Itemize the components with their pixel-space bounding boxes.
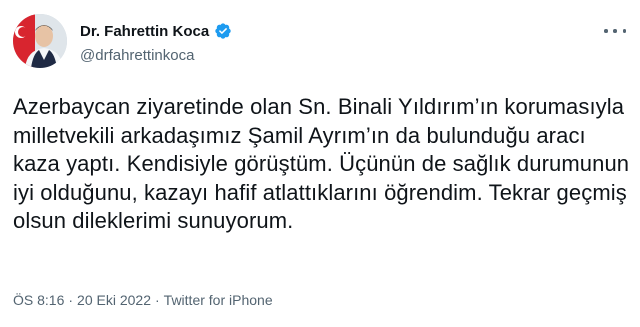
tweet-metadata: ÖS 8:16 · 20 Eki 2022 · Twitter for iPho… bbox=[13, 292, 273, 308]
more-dots-icon[interactable] bbox=[604, 24, 626, 38]
tweet-source-link[interactable]: Twitter for iPhone bbox=[164, 292, 273, 308]
author-name-row: Dr. Fahrettin Koca bbox=[80, 22, 232, 40]
more-dot bbox=[622, 29, 626, 33]
meta-separator: · bbox=[155, 292, 160, 308]
meta-separator: · bbox=[68, 292, 74, 308]
more-dot bbox=[604, 29, 608, 33]
tweet-card: Dr. Fahrettin Koca @drfahrettinkoca Azer… bbox=[0, 0, 640, 327]
author-handle[interactable]: @drfahrettinkoca bbox=[80, 47, 194, 64]
tweet-date[interactable]: 20 Eki 2022 bbox=[77, 292, 151, 308]
avatar[interactable] bbox=[13, 14, 67, 68]
verified-badge-icon bbox=[214, 22, 232, 40]
more-dot bbox=[613, 29, 617, 33]
tweet-text: Azerbaycan ziyaretinde olan Sn. Binali Y… bbox=[13, 94, 630, 233]
tweet-time[interactable]: ÖS 8:16 bbox=[13, 292, 64, 308]
display-name[interactable]: Dr. Fahrettin Koca bbox=[80, 23, 209, 40]
avatar-image bbox=[13, 14, 67, 68]
